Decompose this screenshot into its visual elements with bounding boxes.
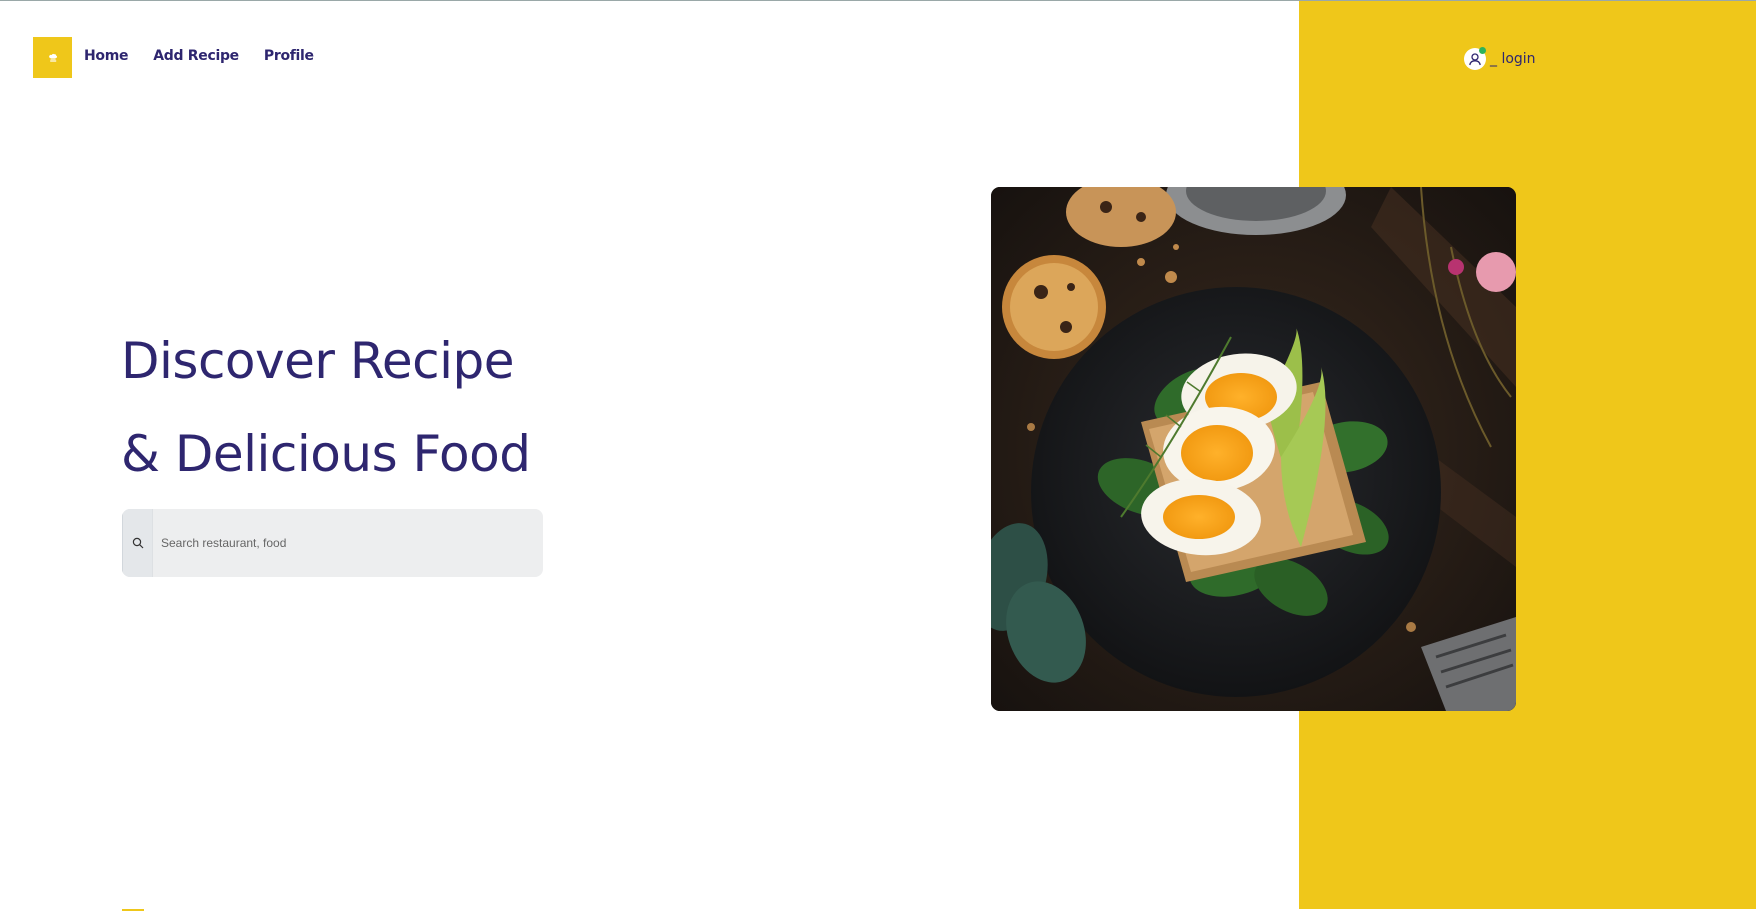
- login-button[interactable]: _ login: [1464, 47, 1536, 70]
- nav-profile-link[interactable]: Profile: [264, 48, 314, 64]
- online-status-dot: [1479, 47, 1486, 54]
- search-input[interactable]: [153, 509, 543, 577]
- search-icon-box[interactable]: [122, 509, 153, 577]
- search-bar: [122, 509, 543, 577]
- hero-food-image: [991, 187, 1516, 711]
- chef-hat-icon: [48, 53, 57, 62]
- hero-title-line-2: & Delicious Food: [121, 425, 531, 483]
- main-nav: Home Add Recipe Profile: [84, 48, 314, 64]
- nav-home-link[interactable]: Home: [84, 48, 129, 64]
- avatar: [1464, 47, 1486, 70]
- logo[interactable]: [33, 37, 72, 78]
- nav-add-recipe-link[interactable]: Add Recipe: [153, 48, 239, 64]
- login-label: _ login: [1490, 51, 1536, 67]
- search-icon: [132, 537, 143, 549]
- user-icon: [1469, 53, 1481, 66]
- hero-title-line-1: Discover Recipe: [121, 332, 514, 390]
- landing-page: Home Add Recipe Profile _ login Discover…: [0, 0, 1756, 911]
